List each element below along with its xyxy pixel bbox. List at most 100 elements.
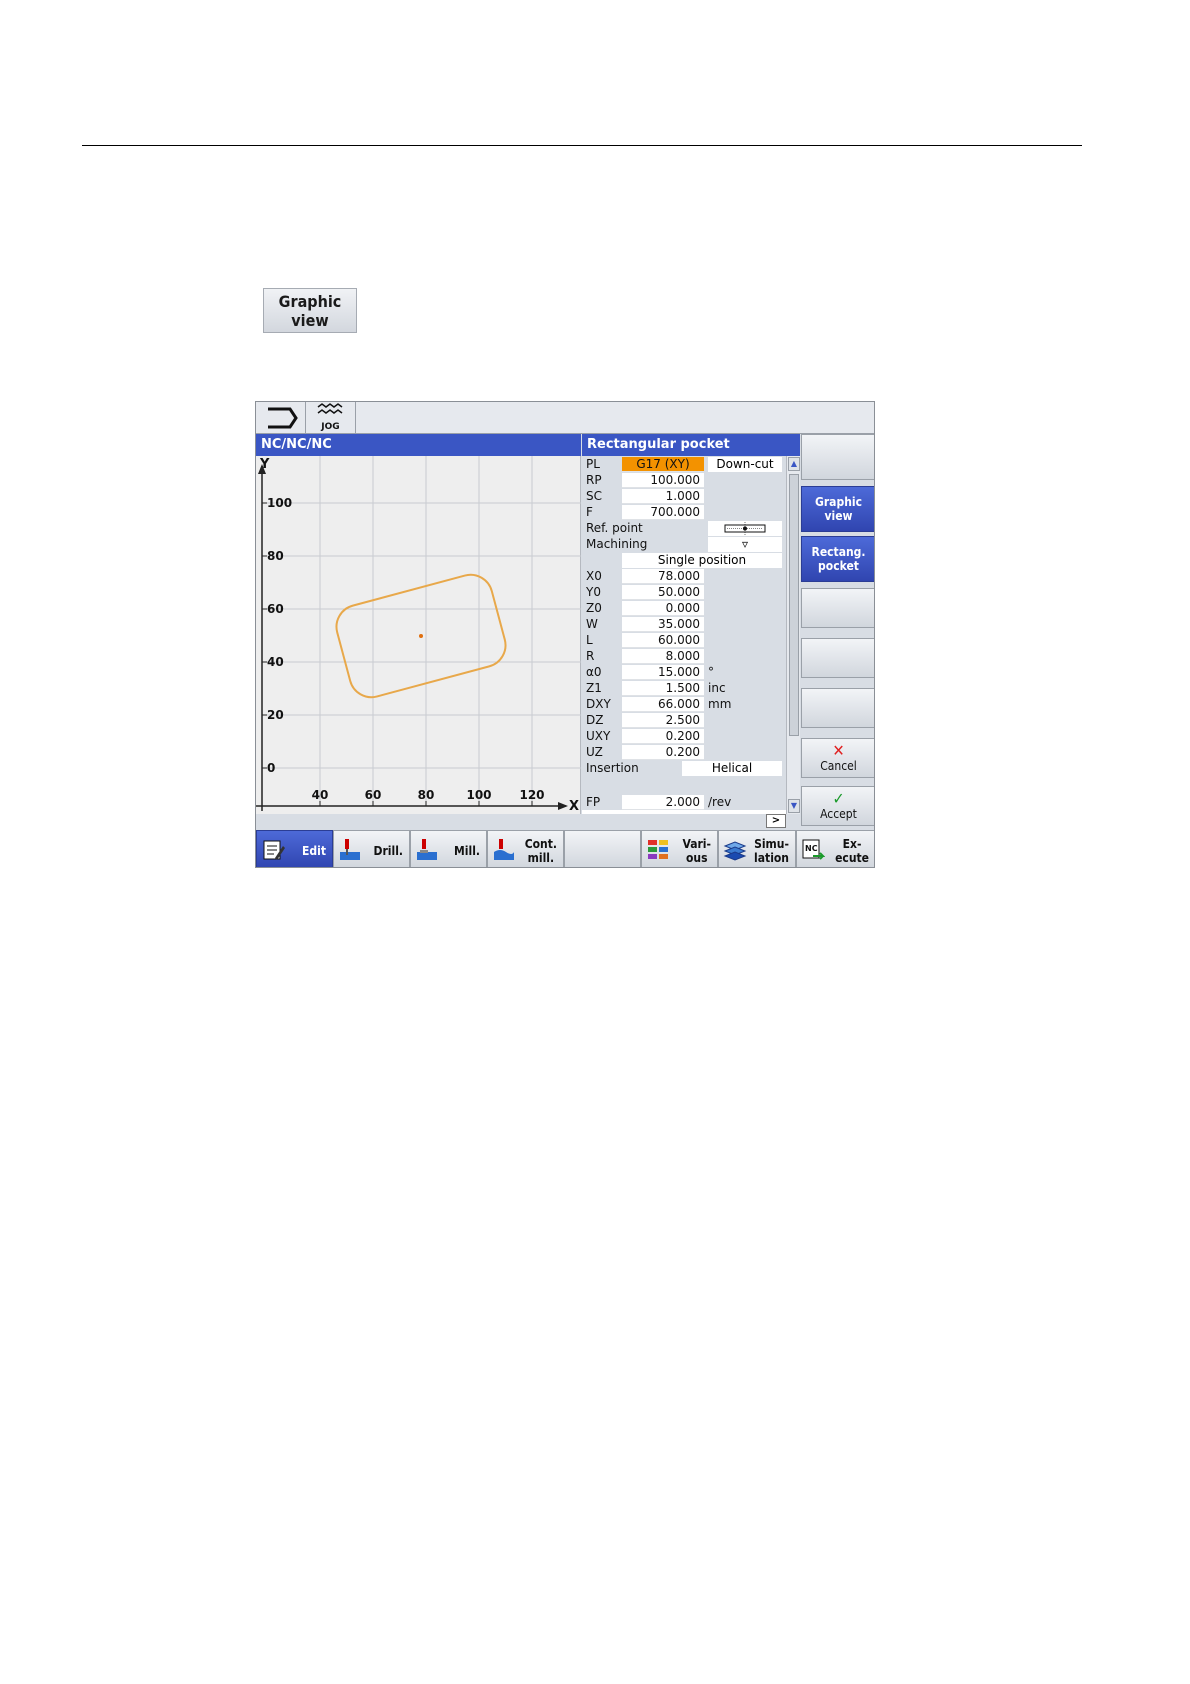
scroll-up-button[interactable]: ▲ — [788, 457, 800, 471]
dxy-unit[interactable]: mm — [708, 696, 731, 712]
mill-label: Mill. — [454, 843, 480, 858]
form-scrollbar[interactable]: ▲ ▼ — [786, 456, 800, 814]
contour-mill-softkey[interactable]: Cont. mill. — [487, 830, 564, 867]
pl-label: PL — [586, 457, 600, 471]
f-label: F — [586, 505, 593, 519]
param-row-uxy: UXY 0.200 — [582, 728, 786, 744]
fp-field[interactable]: 2.000 — [622, 795, 704, 810]
accept-softkey[interactable]: ✓ Accept — [801, 786, 874, 826]
w-label: W — [586, 617, 598, 631]
rp-label: RP — [586, 473, 602, 487]
w-field[interactable]: 35.000 — [622, 617, 704, 632]
execute-label: Ex-ecute — [835, 835, 869, 866]
drill-tool-icon — [340, 839, 360, 860]
program-return-button[interactable] — [256, 402, 306, 434]
x-tick-label: 40 — [312, 788, 329, 802]
jog-label: JOG — [321, 422, 340, 432]
param-row-w: W 35.000 — [582, 616, 786, 632]
insertion-field[interactable]: Helical — [682, 761, 782, 776]
ref-point-field[interactable] — [708, 521, 782, 536]
cancel-softkey[interactable]: ✕ Cancel — [801, 738, 874, 778]
z0-field[interactable]: 0.000 — [622, 601, 704, 616]
y-tick-label: 40 — [267, 655, 284, 669]
y0-field[interactable]: 50.000 — [622, 585, 704, 600]
alpha0-field[interactable]: 15.000 — [622, 665, 704, 680]
milling-direction-field[interactable]: Down-cut — [708, 457, 782, 472]
status-bar: JOG — [256, 402, 874, 434]
edit-label: Edit — [302, 843, 326, 858]
x-axis-label: X — [569, 799, 579, 814]
param-row-a0: α0 15.000 ° — [582, 664, 786, 680]
simulation-label: Simu-lation — [754, 835, 789, 866]
rp-field[interactable]: 100.000 — [622, 473, 704, 488]
fp-unit: /rev — [708, 795, 732, 809]
ref-point-icon — [724, 522, 766, 535]
drill-softkey[interactable]: Drill. — [333, 830, 410, 867]
param-row-z0: Z0 0.000 — [582, 600, 786, 616]
z1-label: Z1 — [586, 681, 602, 695]
param-row-insertion: Insertion Helical — [582, 760, 786, 776]
various-softkey[interactable]: Vari-ous — [641, 830, 718, 867]
execute-softkey[interactable]: NC Ex-ecute — [796, 830, 874, 867]
vertical-softkey-6[interactable] — [801, 688, 874, 728]
dz-field[interactable]: 2.500 — [622, 713, 704, 728]
uz-field[interactable]: 0.200 — [622, 745, 704, 760]
y-tick-label: 100 — [267, 496, 292, 510]
graphic-view-softkey-illustration[interactable]: Graphic view — [263, 288, 357, 333]
z0-label: Z0 — [586, 601, 602, 615]
r-label: R — [586, 649, 595, 663]
return-arrow-icon — [267, 407, 298, 429]
graphic-view-line1: Graphic — [815, 495, 862, 509]
rect-pocket-softkey[interactable]: Rectang. pocket — [801, 536, 874, 582]
x0-field[interactable]: 78.000 — [622, 569, 704, 584]
softkey-line1: Graphic — [278, 291, 342, 311]
y-axis-label: Y — [259, 457, 270, 472]
param-row-f: F 700.000 — [582, 504, 786, 520]
dxy-field[interactable]: 66.000 — [622, 697, 704, 712]
f-field[interactable]: 700.000 — [622, 505, 704, 520]
x-tick-label: 60 — [365, 788, 382, 802]
sc-label: SC — [586, 489, 602, 503]
more-params-button[interactable]: > — [766, 814, 786, 828]
param-row-fp: FP 2.000 /rev — [582, 794, 786, 810]
scroll-down-button[interactable]: ▼ — [788, 799, 800, 813]
various-line1: Vari- — [682, 836, 712, 851]
simulation-softkey[interactable]: Simu-lation — [718, 830, 796, 867]
z1-unit[interactable]: inc — [708, 680, 726, 696]
scroll-thumb[interactable] — [789, 474, 799, 736]
mill-tool-icon — [417, 839, 437, 860]
sc-field[interactable]: 1.000 — [622, 489, 704, 504]
param-row-y0: Y0 50.000 — [582, 584, 786, 600]
param-row-dxy: DXY 66.000 mm — [582, 696, 786, 712]
page-top-rule — [82, 145, 1082, 146]
machining-field[interactable]: ▿ — [708, 537, 782, 552]
pl-field[interactable]: G17 (XY) — [622, 457, 704, 472]
mill-softkey[interactable]: Mill. — [410, 830, 487, 867]
axis-ticks — [262, 502, 533, 806]
graphic-view-softkey[interactable]: Graphic view — [801, 486, 874, 532]
parameter-form: PL G17 (XY) Down-cut RP 100.000 SC 1.000… — [582, 456, 786, 814]
cancel-x-icon: ✕ — [832, 741, 845, 760]
form-title: Rectangular pocket — [582, 434, 800, 456]
param-row-pl: PL G17 (XY) Down-cut — [582, 456, 786, 472]
l-field[interactable]: 60.000 — [622, 633, 704, 648]
param-row-machining: Machining ▿ — [582, 536, 786, 552]
accept-check-icon: ✓ — [832, 789, 845, 808]
edit-softkey[interactable]: Edit — [256, 830, 333, 867]
x-tick-label: 100 — [466, 788, 491, 802]
various-line2: ous — [685, 850, 708, 865]
vertical-softkey-1[interactable] — [801, 434, 874, 480]
vertical-softkey-5[interactable] — [801, 638, 874, 678]
position-mode-field[interactable]: Single position — [622, 553, 782, 568]
y-tick-label: 80 — [267, 549, 284, 563]
r-field[interactable]: 8.000 — [622, 649, 704, 664]
contour-mill-icon — [494, 839, 514, 860]
z1-field[interactable]: 1.500 — [622, 681, 704, 696]
empty-softkey[interactable] — [564, 830, 641, 867]
vertical-softkey-4[interactable] — [801, 588, 874, 628]
param-row-rp: RP 100.000 — [582, 472, 786, 488]
uxy-field[interactable]: 0.200 — [622, 729, 704, 744]
param-row-ref-point: Ref. point — [582, 520, 786, 536]
ref-point-label: Ref. point — [586, 521, 643, 535]
jog-mode-indicator: JOG — [306, 402, 356, 434]
